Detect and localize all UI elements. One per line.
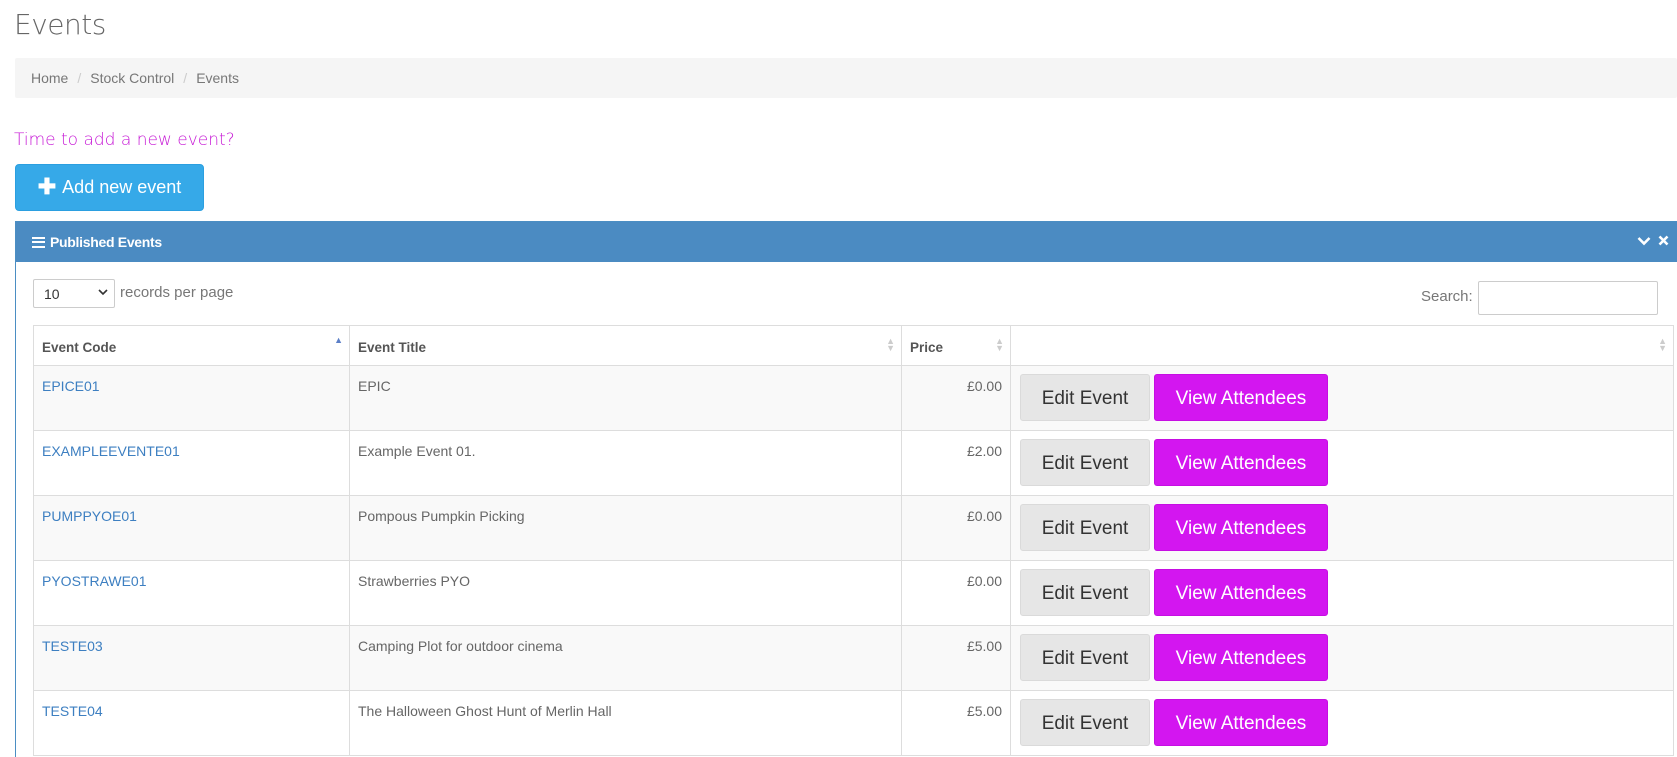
view-attendees-button[interactable]: View Attendees	[1154, 374, 1328, 421]
view-attendees-button[interactable]: View Attendees	[1154, 504, 1328, 551]
records-per-page-label: records per page	[120, 284, 234, 301]
add-event-prompt: Time to add a new event?	[14, 130, 235, 150]
panel-title: Published Events	[50, 234, 162, 250]
event-price: £2.00	[901, 430, 1011, 496]
breadcrumb-separator: /	[77, 70, 82, 86]
table-row: EXAMPLEEVENTE01 Example Event 01. £2.00 Edi…	[33, 430, 1674, 496]
breadcrumb: Home / Stock Control / Events	[15, 58, 1677, 98]
row-actions: Edit Event View Attendees	[1010, 625, 1674, 691]
edit-event-button[interactable]: Edit Event	[1020, 634, 1150, 681]
chevron-down-icon[interactable]	[1637, 233, 1651, 251]
view-attendees-button[interactable]: View Attendees	[1154, 569, 1328, 616]
event-code-link[interactable]: PUMPPYOE01	[33, 495, 350, 561]
panel-header: Published Events	[16, 222, 1677, 262]
edit-event-button[interactable]: Edit Event	[1020, 699, 1150, 746]
row-actions: Edit Event View Attendees	[1010, 365, 1674, 431]
view-attendees-button[interactable]: View Attendees	[1154, 699, 1328, 746]
table-row: PUMPPYOE01 Pompous Pumpkin Picking £0.00 Ed…	[33, 495, 1674, 561]
table-row: PYOSTRAWE01 Strawberries PYO £0.00 Edit Eve…	[33, 560, 1674, 626]
column-header-event-title[interactable]: Event Title ▲ ▼	[349, 325, 902, 366]
event-title: Strawberries PYO	[349, 560, 902, 626]
edit-event-button[interactable]: Edit Event	[1020, 504, 1150, 551]
row-actions: Edit Event View Attendees	[1010, 560, 1674, 626]
row-actions: Edit Event View Attendees	[1010, 430, 1674, 496]
event-title: Camping Plot for outdoor cinema	[349, 625, 902, 691]
sort-icon: ▲ ▼	[886, 336, 895, 353]
event-price: £5.00	[901, 690, 1011, 756]
published-events-panel: Published Events 10 records per page Sea…	[15, 221, 1677, 757]
breadcrumb-separator: /	[183, 70, 188, 86]
event-price: £0.00	[901, 365, 1011, 431]
sort-asc-icon: ▲	[334, 335, 343, 345]
sort-icon: ▲ ▼	[1658, 336, 1667, 353]
bars-icon	[32, 236, 45, 248]
event-title: The Halloween Ghost Hunt of Merlin Hall	[349, 690, 902, 756]
search-input[interactable]	[1478, 281, 1658, 315]
row-actions: Edit Event View Attendees	[1010, 690, 1674, 756]
column-header-price[interactable]: Price ▲ ▼	[901, 325, 1011, 366]
table-row: TESTE04 The Halloween Ghost Hunt of Merli…	[33, 690, 1674, 756]
breadcrumb-home[interactable]: Home	[31, 70, 68, 86]
event-title: Pompous Pumpkin Picking	[349, 495, 902, 561]
breadcrumb-stock-control[interactable]: Stock Control	[90, 70, 174, 86]
chevron-down-icon	[98, 288, 108, 299]
sort-icon: ▲ ▼	[995, 336, 1004, 353]
table-row: TESTE03 Camping Plot for outdoor cinema £5…	[33, 625, 1674, 691]
event-code-link[interactable]: EXAMPLEEVENTE01	[33, 430, 350, 496]
column-header-event-code[interactable]: Event Code ▲	[33, 325, 350, 366]
view-attendees-button[interactable]: View Attendees	[1154, 634, 1328, 681]
edit-event-button[interactable]: Edit Event	[1020, 374, 1150, 421]
table-row: EPICE01 EPIC £0.00 Edit Event View Attendees	[33, 365, 1674, 431]
records-per-page-value: 10	[44, 285, 60, 302]
column-header-actions[interactable]: ▲ ▼	[1010, 325, 1674, 366]
edit-event-button[interactable]: Edit Event	[1020, 439, 1150, 486]
records-per-page-select[interactable]: 10	[33, 279, 115, 308]
edit-event-button[interactable]: Edit Event	[1020, 569, 1150, 616]
plus-icon: ✚	[37, 173, 57, 199]
breadcrumb-events: Events	[196, 70, 239, 86]
close-icon[interactable]	[1658, 233, 1669, 251]
page-title: Events	[14, 8, 106, 41]
event-code-link[interactable]: PYOSTRAWE01	[33, 560, 350, 626]
event-price: £0.00	[901, 560, 1011, 626]
events-table: Event Code ▲ Event Title ▲ ▼ Price ▲ ▼ ▲ ▼ EPI…	[33, 325, 1674, 756]
event-code-link[interactable]: EPICE01	[33, 365, 350, 431]
event-title: Example Event 01.	[349, 430, 902, 496]
search-label: Search:	[1421, 288, 1473, 305]
event-price: £5.00	[901, 625, 1011, 691]
event-code-link[interactable]: TESTE03	[33, 625, 350, 691]
row-actions: Edit Event View Attendees	[1010, 495, 1674, 561]
add-new-event-button[interactable]: ✚ Add new event	[15, 164, 204, 211]
event-price: £0.00	[901, 495, 1011, 561]
view-attendees-button[interactable]: View Attendees	[1154, 439, 1328, 486]
add-new-event-label: Add new event	[62, 177, 182, 197]
event-title: EPIC	[349, 365, 902, 431]
event-code-link[interactable]: TESTE04	[33, 690, 350, 756]
panel-controls	[1637, 222, 1669, 262]
